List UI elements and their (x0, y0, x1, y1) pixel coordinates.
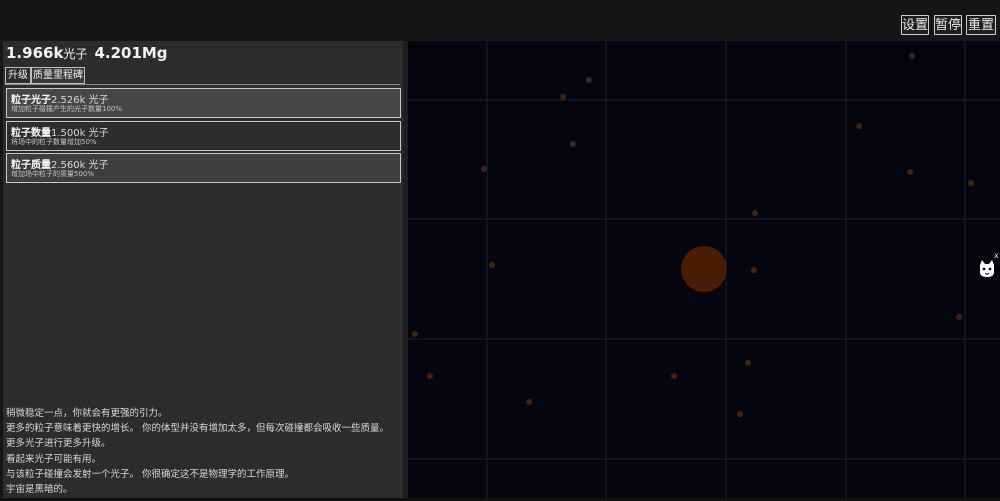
game-field[interactable]: x (408, 41, 1000, 498)
story-log: 稍微稳定一点，你就会有更强的引力。 更多的粒子意味着更快的增长。 你的体型并没有… (6, 406, 401, 497)
particle[interactable] (752, 210, 758, 216)
reset-button[interactable]: 重置 (966, 15, 996, 35)
particle[interactable] (570, 141, 576, 147)
resource-stats: 1.966k光子 4.201Mg (6, 44, 168, 66)
upgrade-particle-mass[interactable]: 粒子质量2.560k 光子 增加场中粒子的质量500% (6, 153, 401, 183)
particle[interactable] (856, 123, 862, 129)
particle[interactable] (737, 411, 743, 417)
upgrade-particle-count[interactable]: 粒子数量1.500k 光子 将场中的粒子数量增加50% (6, 121, 401, 151)
particle[interactable] (745, 360, 751, 366)
story-line: 与该粒子碰撞会发射一个光子。 你很确定这不是物理学的工作原理。 (6, 468, 295, 480)
tab-upgrades[interactable]: 升级 (5, 67, 31, 84)
particle[interactable] (907, 169, 913, 175)
upgrade-description: 增加粒子碰撞产生的光子数量100% (11, 105, 123, 113)
close-icon[interactable]: x (994, 251, 999, 260)
particle[interactable] (586, 77, 592, 83)
top-bar: 设置 暂停 重置 (0, 0, 1000, 40)
story-line: 更多的粒子意味着更快的增长。 你的体型并没有增加太多，但每次碰撞都会吸收一些质量… (6, 423, 390, 435)
particle[interactable] (427, 373, 433, 379)
tab-divider (5, 84, 400, 85)
upgrade-particle-photons[interactable]: 粒子光子2.526k 光子 增加粒子碰撞产生的光子数量100% (6, 88, 401, 118)
pause-button[interactable]: 暂停 (934, 15, 962, 35)
story-line: 看起来光子可能有用。 (6, 453, 102, 465)
tab-mass-milestones[interactable]: 质量里程碑 (31, 67, 85, 84)
photon-unit: 光子 (63, 47, 88, 61)
mass-value: 4.201Mg (94, 44, 168, 62)
photon-count: 1.966k (6, 44, 64, 62)
particle[interactable] (671, 373, 677, 379)
story-line: 稍微稳定一点，你就会有更强的引力。 (6, 408, 168, 419)
particle[interactable] (412, 331, 418, 337)
particle[interactable] (968, 180, 974, 186)
particle[interactable] (909, 53, 915, 59)
story-line: 宇宙是黑暗的。 (6, 484, 73, 496)
particle[interactable] (956, 314, 962, 320)
particle[interactable] (481, 166, 487, 172)
left-panel: 1.966k光子 4.201Mg 升级 质量里程碑 粒子光子2.526k 光子 增… (3, 41, 403, 498)
particle[interactable] (560, 94, 566, 100)
settings-button[interactable]: 设置 (901, 15, 929, 35)
particle[interactable] (489, 262, 495, 268)
particle[interactable] (526, 399, 532, 405)
story-line: 更多光子进行更多升级。 (6, 438, 111, 450)
particle[interactable] (751, 267, 757, 273)
player-mass[interactable] (681, 246, 727, 292)
upgrade-description: 将场中的粒子数量增加50% (11, 138, 97, 146)
upgrade-description: 增加场中粒子的质量500% (11, 170, 95, 178)
